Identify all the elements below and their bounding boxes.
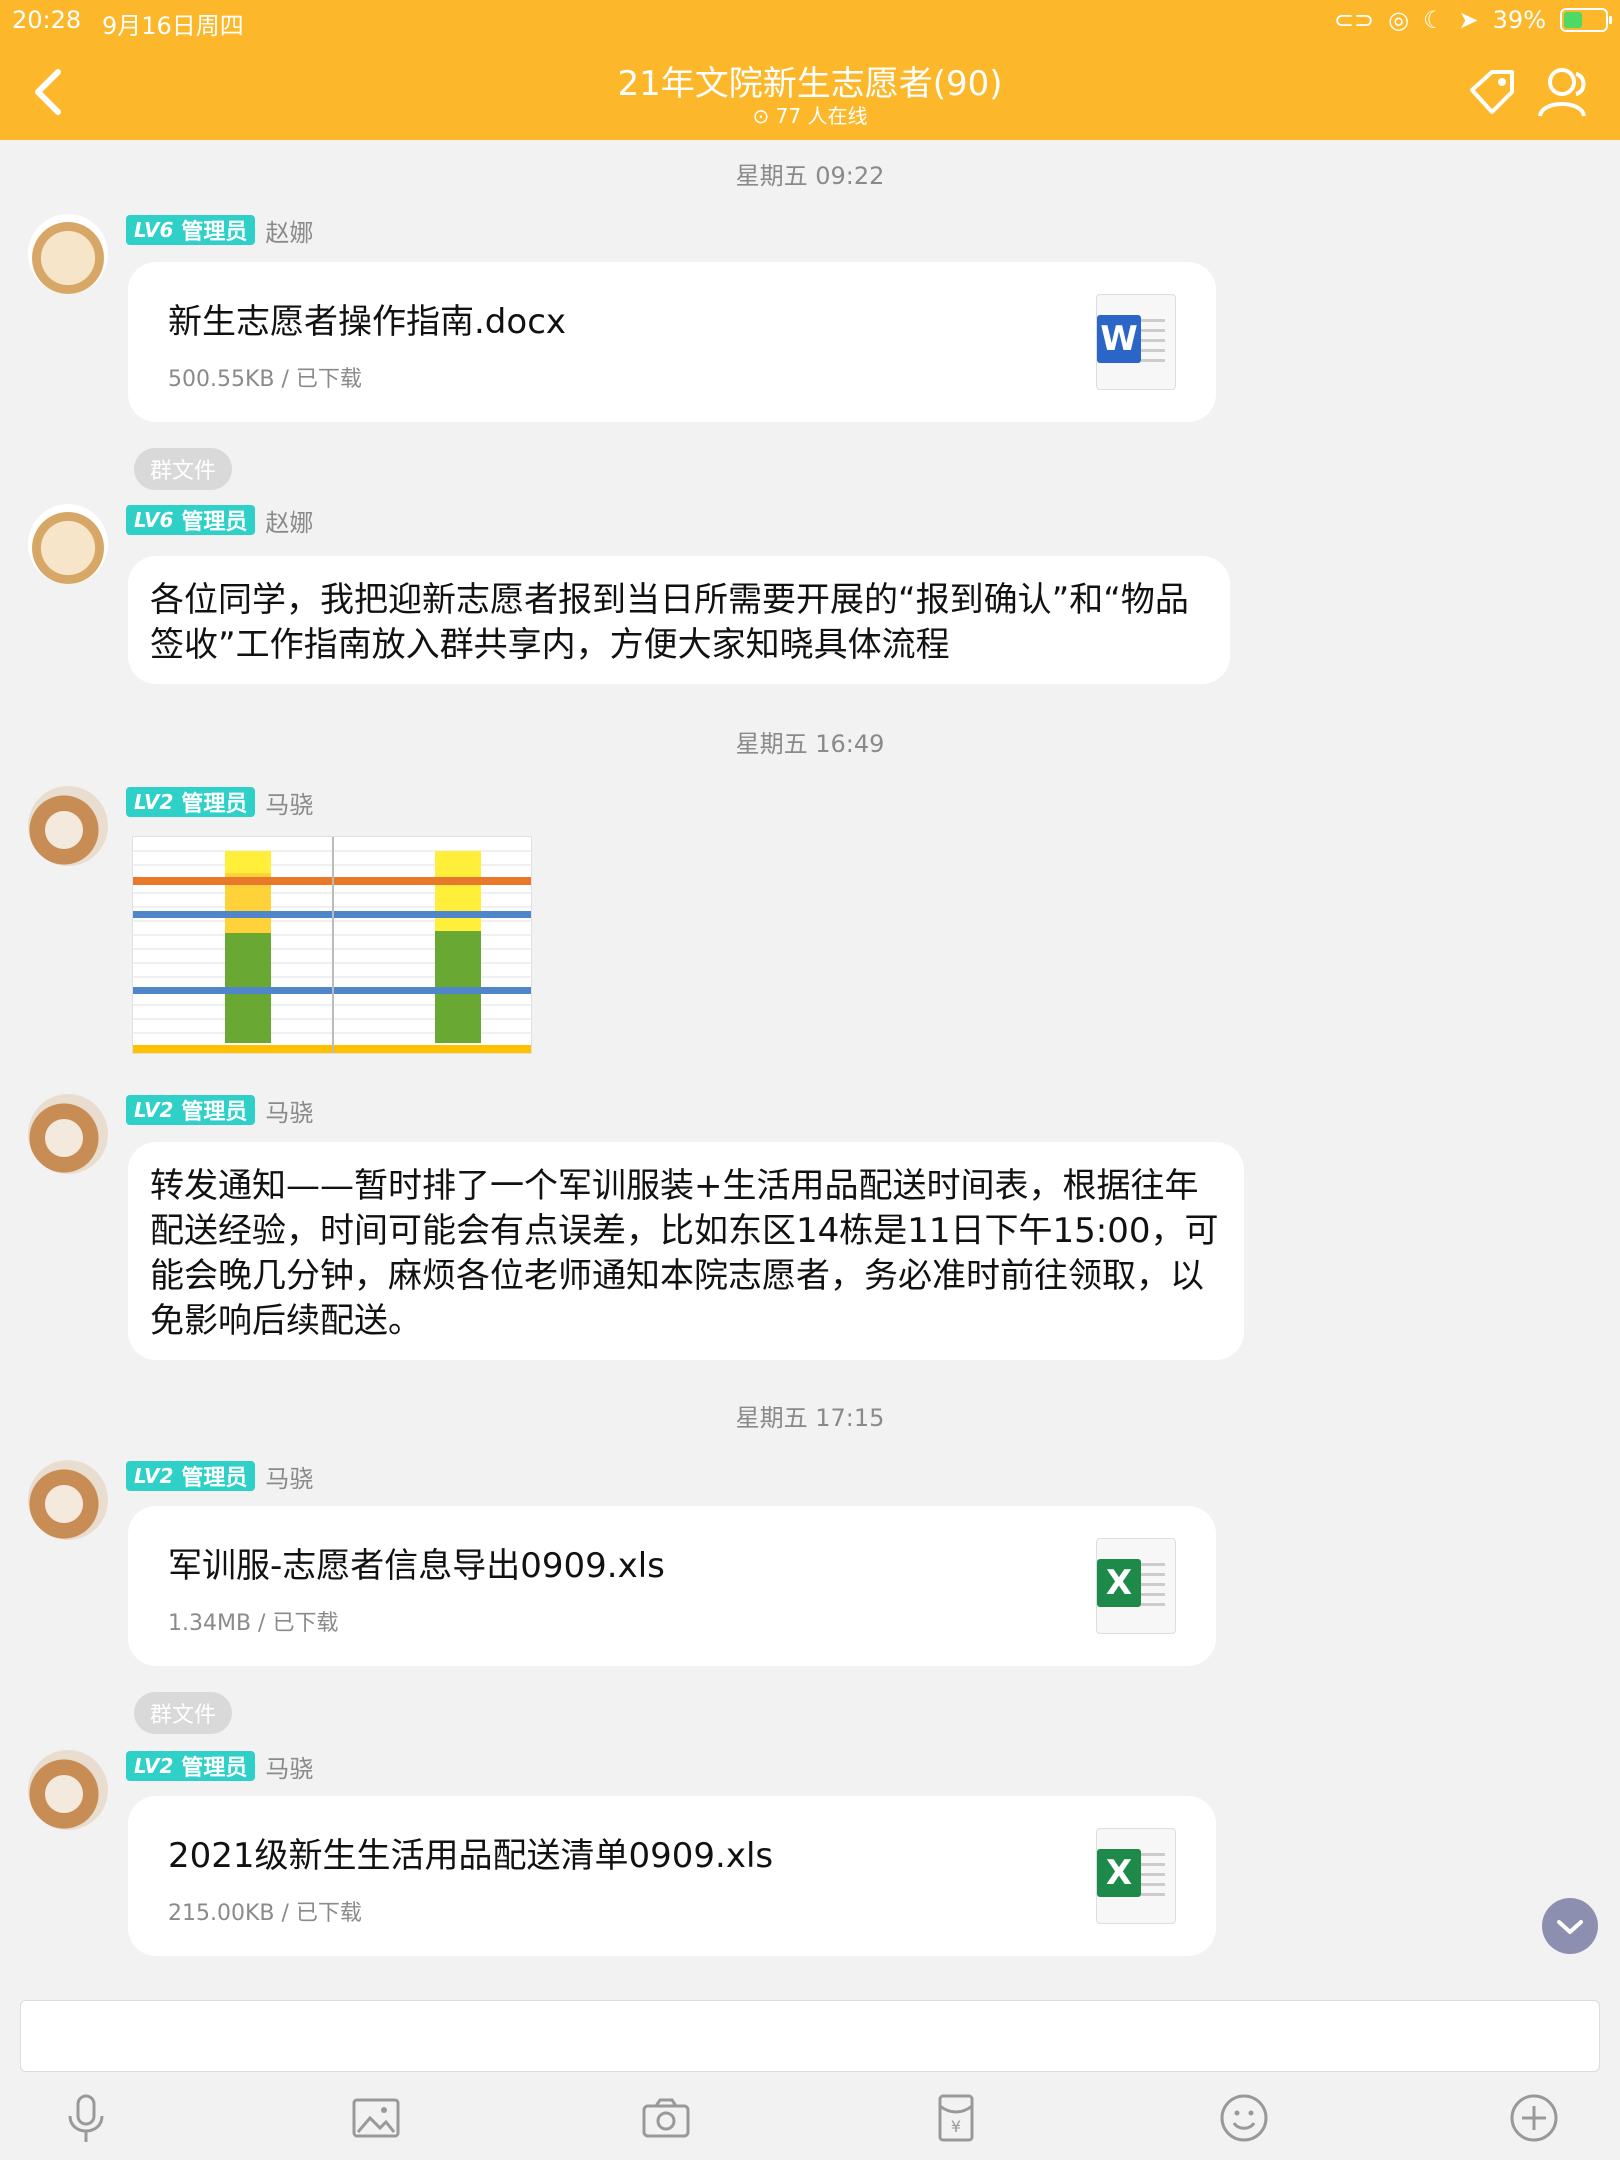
tag-icon <box>1470 70 1514 114</box>
word-letter: W <box>1097 315 1141 363</box>
sender-name[interactable]: 赵娜 <box>265 503 313 538</box>
emoji-icon <box>1220 2094 1268 2142</box>
role-text: 管理员 <box>181 1466 248 1491</box>
status-date: 9月16日周四 <box>102 12 244 40</box>
emoji-button[interactable] <box>1218 2092 1270 2144</box>
members-icon <box>1538 68 1586 117</box>
scroll-to-bottom-button[interactable] <box>1542 1898 1598 1954</box>
chat-title[interactable]: 21年文院新生志愿者(90) <box>0 56 1620 105</box>
file-name: 2021级新生生活用品配送清单0909.xls <box>168 1836 774 1876</box>
red-packet-icon: ¥ <box>938 2094 974 2142</box>
avatar[interactable] <box>28 504 108 584</box>
level-text: LV2 <box>134 1098 174 1122</box>
level-badge: LV2 管理员 <box>126 1751 256 1781</box>
battery-icon <box>1560 8 1612 32</box>
chevron-down-circle-icon: ⊙ <box>752 104 770 128</box>
status-bar: 20:28 9月16日周四 ⊂⊃ ◎ ☾ ➤ 39% <box>12 4 1612 40</box>
status-icons: ⊂⊃ ◎ ☾ ➤ 39% <box>1333 6 1612 34</box>
microphone-icon <box>68 2094 104 2142</box>
chevron-down-icon <box>1557 1920 1583 1934</box>
file-name: 新生志愿者操作指南.docx <box>168 302 567 342</box>
link-icon: ⊂⊃ <box>1333 6 1375 34</box>
chat-header: 20:28 9月16日周四 ⊂⊃ ◎ ☾ ➤ 39% 21年文院新生志愿者(90… <box>0 0 1620 140</box>
role-text: 管理员 <box>181 1756 248 1781</box>
timestamp: 星期五 16:49 <box>735 730 885 758</box>
input-toolbar <box>0 2080 1620 2160</box>
role-text: 管理员 <box>181 510 248 535</box>
avatar[interactable] <box>28 1460 108 1540</box>
avatar[interactable] <box>28 214 108 294</box>
excel-icon: X <box>1096 1828 1176 1924</box>
level-text: LV2 <box>134 1754 174 1778</box>
level-badge: LV2 管理员 <box>126 787 256 817</box>
level-badge: LV6 管理员 <box>126 505 256 535</box>
message-meta: LV2 管理员 马骁 <box>126 1749 313 1784</box>
sender-name[interactable]: 马骁 <box>265 1093 313 1128</box>
level-text: LV6 <box>134 218 174 242</box>
svg-text:¥: ¥ <box>951 2117 961 2136</box>
level-badge: LV2 管理员 <box>126 1461 256 1491</box>
file-info: 215.00KB / 已下载 <box>168 1901 362 1926</box>
spreadsheet-thumbnail <box>133 837 531 1053</box>
moon-icon: ☾ <box>1423 6 1445 34</box>
location-icon: ➤ <box>1458 6 1479 34</box>
text-message[interactable]: 转发通知——暂时排了一个军训服装+生活用品配送时间表，根据往年配送经验，时间可能… <box>128 1142 1244 1360</box>
text-message[interactable]: 各位同学，我把迎新志愿者报到当日所需要开展的“报到确认”和“物品签收”工作指南放… <box>128 556 1230 684</box>
message-meta: LV6 管理员 赵娜 <box>126 213 313 248</box>
timestamp: 星期五 09:22 <box>735 162 885 190</box>
image-icon <box>352 2098 400 2138</box>
battery-percent: 39% <box>1492 6 1546 34</box>
status-time: 20:28 <box>12 6 82 34</box>
message-input[interactable] <box>20 2000 1600 2072</box>
plus-icon <box>1510 2094 1558 2142</box>
message-meta: LV2 管理员 马骁 <box>126 785 313 820</box>
more-button[interactable] <box>1508 2092 1560 2144</box>
sender-name[interactable]: 马骁 <box>265 785 313 820</box>
role-text: 管理员 <box>181 792 248 817</box>
excel-icon: X <box>1096 1538 1176 1634</box>
online-count-text: 77 人在线 <box>775 104 868 128</box>
online-count: ⊙ 77 人在线 <box>0 100 1620 129</box>
role-text: 管理员 <box>181 1100 248 1125</box>
sender-name[interactable]: 马骁 <box>265 1749 313 1784</box>
file-name: 军训服-志愿者信息导出0909.xls <box>168 1546 665 1586</box>
excel-letter: X <box>1097 1559 1141 1607</box>
excel-letter: X <box>1097 1849 1141 1897</box>
avatar[interactable] <box>28 786 108 866</box>
file-message[interactable]: 军训服-志愿者信息导出0909.xls 1.34MB / 已下载 X <box>128 1506 1216 1666</box>
level-text: LV2 <box>134 1464 174 1488</box>
camera-button[interactable] <box>640 2092 692 2144</box>
message-meta: LV6 管理员 赵娜 <box>126 503 313 538</box>
sender-name[interactable]: 马骁 <box>265 1459 313 1494</box>
file-message[interactable]: 2021级新生生活用品配送清单0909.xls 215.00KB / 已下载 X <box>128 1796 1216 1956</box>
avatar[interactable] <box>28 1750 108 1830</box>
red-packet-button[interactable]: ¥ <box>930 2092 982 2144</box>
camera-icon <box>642 2098 690 2138</box>
rotation-lock-icon: ◎ <box>1388 6 1410 34</box>
message-meta: LV2 管理员 马骁 <box>126 1459 313 1494</box>
role-text: 管理员 <box>181 220 248 245</box>
file-info: 500.55KB / 已下载 <box>168 367 362 392</box>
group-file-chip[interactable]: 群文件 <box>134 1692 233 1734</box>
sender-name[interactable]: 赵娜 <box>265 213 313 248</box>
level-text: LV2 <box>134 790 174 814</box>
level-badge: LV6 管理员 <box>126 215 256 245</box>
word-icon: W <box>1096 294 1176 390</box>
spreadsheet-image[interactable] <box>132 836 532 1054</box>
file-info: 1.34MB / 已下载 <box>168 1611 339 1636</box>
voice-button[interactable] <box>60 2092 112 2144</box>
level-text: LV6 <box>134 508 174 532</box>
avatar[interactable] <box>28 1094 108 1174</box>
message-meta: LV2 管理员 马骁 <box>126 1093 313 1128</box>
image-button[interactable] <box>350 2092 402 2144</box>
timestamp: 星期五 17:15 <box>735 1404 885 1432</box>
group-tag-button[interactable] <box>1462 62 1522 122</box>
group-file-chip[interactable]: 群文件 <box>134 448 233 490</box>
group-members-button[interactable] <box>1534 62 1594 122</box>
file-message[interactable]: 新生志愿者操作指南.docx 500.55KB / 已下载 W <box>128 262 1216 422</box>
level-badge: LV2 管理员 <box>126 1095 256 1125</box>
